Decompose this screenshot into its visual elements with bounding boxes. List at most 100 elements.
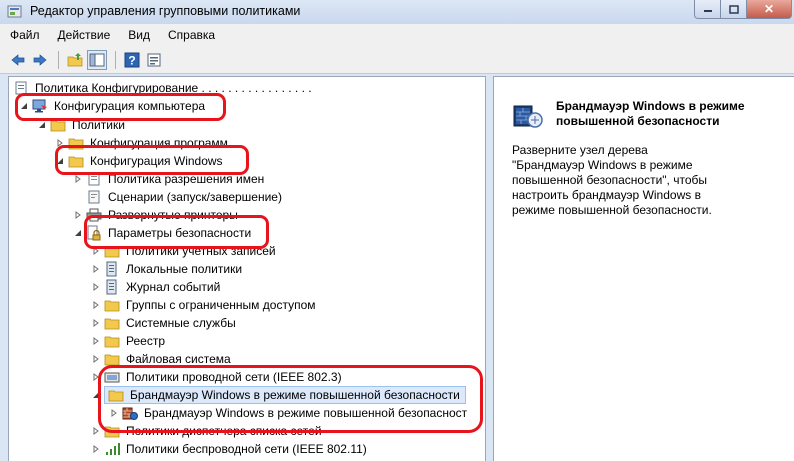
tree-node-deployed-printers[interactable]: Развернутые принтеры: [73, 206, 240, 224]
help-button[interactable]: ?: [122, 50, 142, 70]
up-level-button[interactable]: [65, 50, 85, 70]
expand-arrow-icon[interactable]: [91, 444, 101, 454]
event-log-icon: [104, 279, 120, 295]
folder-icon: [104, 333, 120, 349]
properties-icon: [147, 53, 161, 66]
expand-arrow-icon[interactable]: [91, 426, 101, 436]
firewall-icon: [122, 405, 138, 421]
selected-node-highlight: Брандмауэр Windows в режиме повышенной б…: [104, 386, 466, 404]
folder-icon: [104, 297, 120, 313]
collapse-arrow-icon[interactable]: [73, 228, 83, 238]
tree-node-security-settings[interactable]: Параметры безопасности: [73, 224, 253, 242]
show-hide-tree-icon: [89, 53, 105, 66]
tree-label-restricted-groups: Группы с ограниченным доступом: [126, 298, 316, 312]
menu-view[interactable]: Вид: [128, 28, 150, 42]
tree-node-account-policies[interactable]: Политики учетных записей: [91, 242, 278, 260]
toolbar-separator: [115, 50, 116, 69]
title-bar[interactable]: Редактор управления групповыми политикам…: [0, 0, 794, 24]
tree-node-local-policies[interactable]: Локальные политики: [91, 260, 244, 278]
tree-node-scripts[interactable]: Сценарии (запуск/завершение): [86, 188, 284, 206]
tree-label-local-policies: Локальные политики: [126, 262, 243, 276]
folder-icon: [104, 243, 120, 259]
collapse-arrow-icon[interactable]: [91, 390, 101, 400]
back-button[interactable]: [8, 50, 28, 70]
expand-arrow-icon[interactable]: [91, 300, 101, 310]
tree-node-registry[interactable]: Реестр: [91, 332, 167, 350]
computer-icon: [32, 98, 48, 114]
tree-node-system-services[interactable]: Системные службы: [91, 314, 238, 332]
expand-arrow-icon[interactable]: [73, 174, 83, 184]
console-tree-pane[interactable]: Политика Конфигурирование . . . . . . . …: [8, 76, 486, 461]
collapse-arrow-icon[interactable]: [55, 156, 65, 166]
policy-document-icon: [13, 80, 29, 96]
menu-action[interactable]: Действие: [58, 28, 111, 42]
expand-arrow-icon[interactable]: [109, 408, 119, 418]
security-lock-icon: [86, 225, 102, 241]
expand-arrow-icon[interactable]: [91, 318, 101, 328]
expand-arrow-icon[interactable]: [91, 372, 101, 382]
expand-arrow-icon[interactable]: [91, 336, 101, 346]
tree-node-firewall-advanced[interactable]: Брандмауэр Windows в режиме повышенной б…: [91, 386, 466, 404]
tree-node-windows-config[interactable]: Конфигурация Windows: [55, 152, 225, 170]
tree-label-scripts: Сценарии (запуск/завершение): [108, 190, 282, 204]
maximize-icon: [728, 4, 739, 14]
document-icon: [86, 171, 102, 187]
tree-node-wireless-network[interactable]: Политики беспроводной сети (IEEE 802.11): [91, 440, 369, 458]
tree-node-firewall-child[interactable]: Брандмауэр Windows в режиме повышенной б…: [109, 404, 469, 422]
tree-label-root: Политика Конфигурирование . . . . . . . …: [35, 81, 312, 95]
close-button[interactable]: ✕: [747, 0, 792, 19]
menu-help[interactable]: Справка: [168, 28, 215, 42]
tree-label-registry: Реестр: [126, 334, 165, 348]
forward-button[interactable]: [30, 50, 50, 70]
expand-arrow-icon[interactable]: [55, 138, 65, 148]
back-arrow-icon: [11, 53, 25, 66]
tree-label-computer-config: Конфигурация компьютера: [54, 99, 206, 113]
tree-node-name-resolution[interactable]: Политика разрешения имен: [73, 170, 266, 188]
tree-label-event-log: Журнал событий: [126, 280, 221, 294]
window-controls: ✕: [694, 0, 792, 20]
menu-file[interactable]: Файл: [10, 28, 40, 42]
close-icon: ✕: [763, 2, 775, 16]
tree-label-firewall-advanced: Брандмауэр Windows в режиме повышенной б…: [130, 388, 460, 402]
expand-arrow-icon[interactable]: [91, 246, 101, 256]
expand-arrow-icon[interactable]: [91, 264, 101, 274]
tree-node-wired-network[interactable]: Политики проводной сети (IEEE 802.3): [91, 368, 344, 386]
expand-arrow-icon[interactable]: [73, 210, 83, 220]
tree-label-system-services: Системные службы: [126, 316, 236, 330]
tree-label-file-system: Файловая система: [126, 352, 231, 366]
maximize-button[interactable]: [721, 0, 747, 19]
tree-label-wireless-network: Политики беспроводной сети (IEEE 802.11): [126, 442, 367, 456]
window-title: Редактор управления групповыми политикам…: [30, 4, 301, 18]
tree-node-restricted-groups[interactable]: Группы с ограниченным доступом: [91, 296, 318, 314]
svg-text:?: ?: [128, 53, 135, 67]
tree-label-security-settings: Параметры безопасности: [108, 226, 252, 240]
tree-label-windows-config: Конфигурация Windows: [90, 154, 223, 168]
tree-node-event-log[interactable]: Журнал событий: [91, 278, 222, 296]
folder-icon: [104, 423, 120, 439]
minimize-button[interactable]: [694, 0, 721, 19]
expand-arrow-icon[interactable]: [91, 282, 101, 292]
menu-bar: Файл Действие Вид Справка: [0, 24, 794, 46]
tree-label-network-list: Политики диспетчера списка сетей: [126, 424, 322, 438]
collapse-arrow-icon[interactable]: [37, 120, 47, 130]
minimize-icon: [703, 10, 712, 12]
tree-node-network-list[interactable]: Политики диспетчера списка сетей: [91, 422, 324, 440]
properties-button[interactable]: [144, 50, 164, 70]
folder-icon: [68, 135, 84, 151]
tree-node-policies[interactable]: Политики: [37, 116, 127, 134]
tree-label-policies: Политики: [72, 118, 125, 132]
folder-icon: [50, 117, 66, 133]
policy-book-icon: [104, 261, 120, 277]
gpo-editor-window: Редактор управления групповыми политикам…: [0, 0, 794, 461]
expand-arrow-icon[interactable]: [91, 354, 101, 364]
tree-node-software-config[interactable]: Конфигурация программ: [55, 134, 230, 152]
tree-node-computer-config[interactable]: Конфигурация компьютера: [19, 97, 207, 115]
gpo-app-icon: [7, 5, 22, 18]
folder-icon: [104, 351, 120, 367]
printer-icon: [86, 207, 102, 223]
network-icon: [104, 369, 120, 385]
show-hide-tree-button[interactable]: [87, 49, 107, 70]
tree-node-root[interactable]: Политика Конфигурирование . . . . . . . …: [13, 79, 314, 97]
collapse-arrow-icon[interactable]: [19, 101, 29, 111]
tree-node-file-system[interactable]: Файловая система: [91, 350, 233, 368]
